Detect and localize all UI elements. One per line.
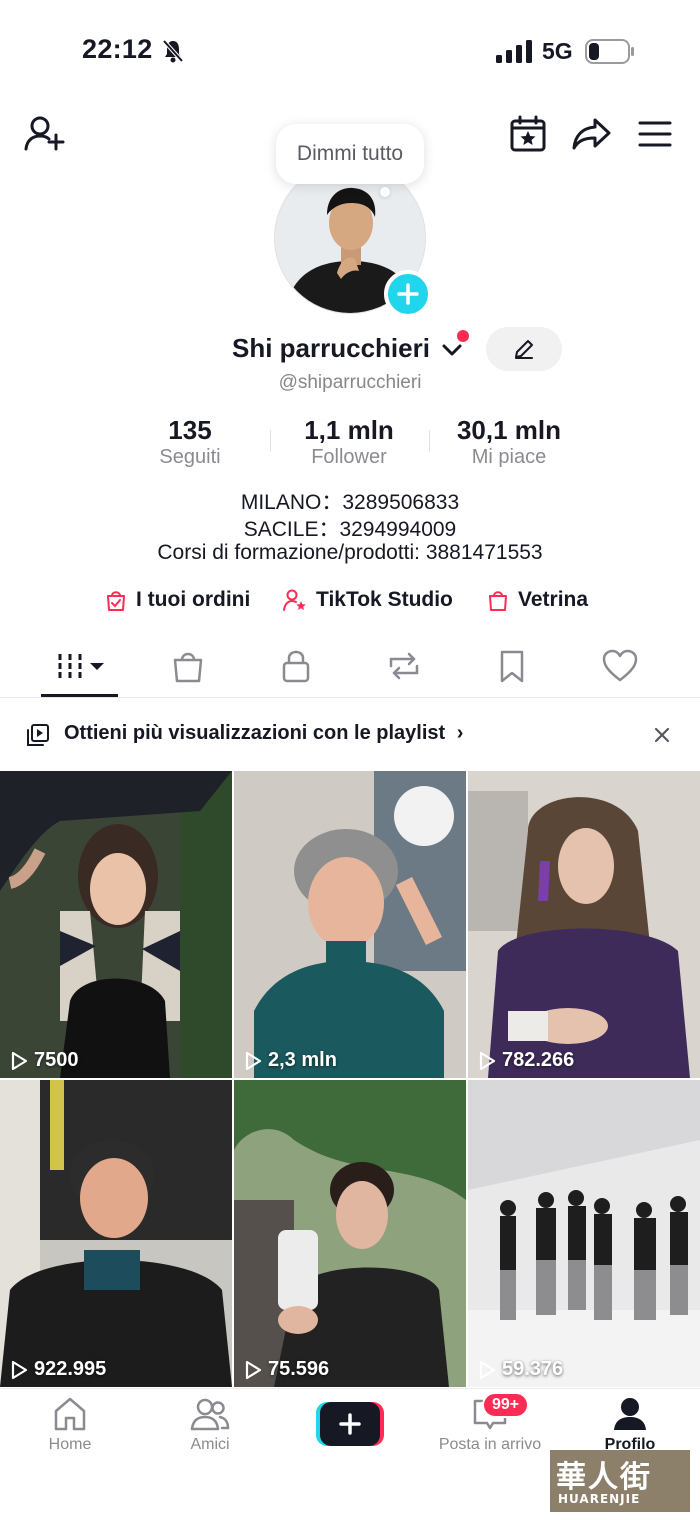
likes-count[interactable]: 30,1 mln [429,415,589,446]
showcase-label: Vetrina [518,588,589,611]
playlist-banner-text[interactable]: Ottieni più visualizzazioni con le playl… [64,722,463,745]
view-count: 75.596 [244,1358,329,1381]
orders-link-label: I tuoi ordini [136,588,251,611]
note-bubble[interactable]: Dimmi tutto [276,124,424,184]
calendar-star-icon[interactable] [506,112,550,156]
following-label: Seguiti [159,446,221,468]
follower-label: Follower [311,446,387,468]
signal-icon [496,40,532,63]
network-type: 5G [542,38,573,64]
lock-icon[interactable] [276,646,316,686]
view-count-label: 782.266 [502,1049,575,1071]
likes-label: Mi piace [471,446,547,468]
play-icon [245,1360,262,1379]
video-thumbnail[interactable]: 782.266 [468,771,700,1078]
play-icon [479,1051,496,1070]
bio-line: Corsi di formazione/prodotti: 3881471553 [157,541,543,564]
watermark-text: 華人街 [556,1460,652,1495]
view-count: 59.376 [478,1358,563,1381]
video-thumbnail-image [468,1080,700,1387]
playlist-icon [27,724,49,746]
repost-icon[interactable] [384,646,424,686]
nav-inbox-label: Posta in arrivo [438,1436,542,1453]
video-thumbnail-image [0,1080,232,1387]
profile-icon [614,1398,646,1430]
following-count[interactable]: 135 [110,415,270,446]
nav-profile[interactable]: Profilo [575,1396,685,1454]
video-thumbnail[interactable]: 922.995 [0,1080,232,1387]
view-count-label: 922.995 [34,1358,107,1380]
video-thumbnail[interactable]: 59.376 [468,1080,700,1387]
friends-icon [190,1398,230,1431]
view-count-label: 75.596 [268,1358,330,1380]
videos-grid-icon[interactable] [52,646,108,686]
play-icon [11,1360,28,1379]
menu-icon[interactable] [633,112,677,156]
bookmark-icon[interactable] [492,646,532,686]
nav-friends[interactable]: Amici [155,1396,265,1454]
chevron-right-icon: › [456,722,464,744]
tiktok-studio-link[interactable]: TikTok Studio [282,588,453,612]
notification-dot [457,330,469,342]
shop-bag-icon[interactable] [168,646,208,686]
chevron-down-icon[interactable] [440,340,464,360]
video-thumbnail-image [468,771,700,1078]
home-icon [54,1397,86,1431]
profile-handle: @shiparrucchieri [278,372,422,393]
close-icon[interactable] [652,725,672,745]
bio-line: MILANO：3289506833 [240,491,460,514]
nav-home-label: Home [48,1436,92,1453]
view-count: 922.995 [10,1358,106,1381]
play-icon [479,1360,496,1379]
video-thumbnail-image [0,771,232,1078]
video-thumbnail-image [234,1080,466,1387]
person-star-icon [283,589,306,611]
video-thumbnail-image [234,771,466,1078]
create-button[interactable] [316,1402,384,1446]
battery-icon [585,39,634,64]
view-count-label: 7500 [34,1049,79,1071]
follower-count[interactable]: 1,1 mln [269,415,429,446]
video-thumbnail[interactable]: 7500 [0,771,232,1078]
view-count: 2,3 mln [244,1049,337,1072]
share-icon[interactable] [569,112,613,156]
showcase-link[interactable]: Vetrina [486,588,588,612]
video-thumbnail[interactable]: 2,3 mln [234,771,466,1078]
playlist-banner-label: Ottieni più visualizzazioni con le playl… [64,722,446,744]
play-icon [245,1051,262,1070]
inbox-badge: 99+ [482,1392,530,1418]
watermark-logo: 華人街 HUARENJIE [550,1450,690,1512]
bell-mute-icon [162,39,184,63]
heart-icon[interactable] [600,646,640,686]
profile-name[interactable]: Shi parrucchieri [232,333,430,364]
edit-profile-button[interactable] [486,327,562,371]
watermark-subtext: HUARENJIE [558,1492,641,1506]
view-count: 782.266 [478,1049,574,1072]
view-count: 7500 [10,1049,79,1072]
bubble-tail [380,187,390,197]
play-icon [11,1051,28,1070]
add-friend-icon[interactable] [22,112,66,156]
note-bubble-text: Dimmi tutto [296,142,404,165]
pencil-icon [515,340,533,359]
view-count-label: 2,3 mln [268,1049,337,1071]
bio-line: SACILE：3294994009 [243,518,457,541]
status-time: 22:12 [82,34,153,64]
nav-friends-label: Amici [190,1436,230,1453]
bag-check-icon [107,591,125,611]
shopping-bag-icon [489,591,507,611]
tab-divider [0,697,700,698]
nav-home[interactable]: Home [15,1396,125,1454]
orders-link[interactable]: I tuoi ordini [104,588,250,612]
tiktok-studio-label: TikTok Studio [316,588,453,611]
video-thumbnail[interactable]: 75.596 [234,1080,466,1387]
plus-icon [397,283,419,305]
add-story-button[interactable] [384,270,432,318]
view-count-label: 59.376 [502,1358,564,1380]
